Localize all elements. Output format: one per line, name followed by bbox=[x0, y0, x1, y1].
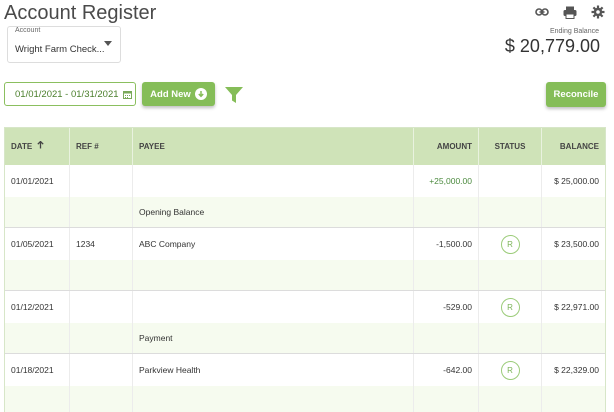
row-memo bbox=[133, 386, 414, 412]
row-amount: -1,500.00 bbox=[414, 228, 479, 260]
row-amount: +25,000.00 bbox=[414, 165, 479, 197]
row-date: 01/05/2021 bbox=[5, 228, 70, 260]
table-row[interactable]: 01/01/2021 +25,000.00 $ 25,000.00 bbox=[5, 165, 605, 197]
table-row[interactable]: 01/05/2021 1234 ABC Company -1,500.00 R … bbox=[5, 228, 605, 260]
row-status bbox=[479, 165, 542, 197]
header-amount[interactable]: AMOUNT bbox=[414, 128, 479, 165]
row-status: R bbox=[479, 228, 542, 260]
table-row-detail[interactable] bbox=[5, 386, 605, 412]
date-range-input[interactable]: 01/01/2021 - 01/31/2021 bbox=[4, 82, 136, 106]
row-date: 01/12/2021 bbox=[5, 291, 70, 323]
row-memo bbox=[133, 260, 414, 290]
row-payee bbox=[133, 291, 414, 323]
header-date-label: DATE bbox=[11, 142, 33, 151]
link-icon[interactable] bbox=[534, 4, 550, 20]
table-row-detail[interactable] bbox=[5, 260, 605, 291]
row-amount: -642.00 bbox=[414, 354, 479, 386]
row-ref bbox=[70, 165, 133, 197]
row-payee: Parkview Health bbox=[133, 354, 414, 386]
reconciled-badge[interactable]: R bbox=[500, 360, 520, 380]
ending-balance-value: $ 20,779.00 bbox=[504, 36, 600, 56]
table-row-detail[interactable]: Opening Balance bbox=[5, 197, 605, 228]
row-ref bbox=[70, 291, 133, 323]
add-new-button[interactable]: Add New bbox=[142, 82, 215, 106]
table-row[interactable]: 01/12/2021 -529.00 R $ 22,971.00 bbox=[5, 291, 605, 323]
row-date: 01/01/2021 bbox=[5, 165, 70, 197]
row-amount: -529.00 bbox=[414, 291, 479, 323]
row-memo: Payment bbox=[133, 323, 414, 353]
row-payee: ABC Company bbox=[133, 228, 414, 260]
page-title: Account Register bbox=[4, 2, 157, 24]
table-row[interactable]: 01/18/2021 Parkview Health -642.00 R $ 2… bbox=[5, 354, 605, 386]
header-ref[interactable]: REF # bbox=[70, 128, 133, 165]
reconciled-badge[interactable]: R bbox=[500, 297, 520, 317]
account-label: Account bbox=[15, 27, 41, 34]
account-select[interactable]: Account Wright Farm Check... bbox=[7, 26, 121, 63]
row-status: R bbox=[479, 354, 542, 386]
header-date[interactable]: DATE bbox=[5, 128, 70, 165]
sort-ascending-icon bbox=[37, 128, 45, 165]
row-ref: 1234 bbox=[70, 228, 133, 260]
account-value: Wright Farm Check... bbox=[15, 44, 105, 55]
row-balance: $ 22,971.00 bbox=[554, 302, 599, 312]
row-balance: $ 25,000.00 bbox=[554, 176, 599, 186]
row-date: 01/18/2021 bbox=[5, 354, 70, 386]
register-table: DATE REF # PAYEE AMOUNT STATUS BALANCE 0… bbox=[4, 127, 606, 412]
header-status[interactable]: STATUS bbox=[479, 128, 542, 165]
table-row-detail[interactable]: Payment bbox=[5, 323, 605, 354]
reconciled-badge[interactable]: R bbox=[500, 234, 520, 254]
add-new-label: Add New bbox=[150, 88, 191, 100]
header-balance[interactable]: BALANCE bbox=[542, 128, 605, 165]
reconcile-button[interactable]: Reconcile bbox=[546, 82, 606, 107]
date-range-text: 01/01/2021 - 01/31/2021 bbox=[15, 88, 119, 100]
header-payee[interactable]: PAYEE bbox=[133, 128, 414, 165]
row-ref bbox=[70, 354, 133, 386]
top-toolbar bbox=[534, 4, 606, 20]
filter-icon[interactable] bbox=[224, 85, 244, 105]
calendar-icon bbox=[122, 90, 132, 99]
chevron-down-icon bbox=[104, 41, 112, 46]
row-balance: $ 23,500.00 bbox=[554, 239, 599, 249]
table-header: DATE REF # PAYEE AMOUNT STATUS BALANCE bbox=[5, 128, 605, 165]
gear-icon[interactable] bbox=[590, 4, 606, 20]
arrow-down-circle-icon bbox=[194, 88, 207, 100]
print-icon[interactable] bbox=[562, 4, 578, 20]
ending-balance-label: Ending Balance bbox=[549, 28, 599, 35]
row-status: R bbox=[479, 291, 542, 323]
row-memo: Opening Balance bbox=[133, 197, 414, 227]
row-payee bbox=[133, 165, 414, 197]
row-balance: $ 22,329.00 bbox=[554, 365, 599, 375]
